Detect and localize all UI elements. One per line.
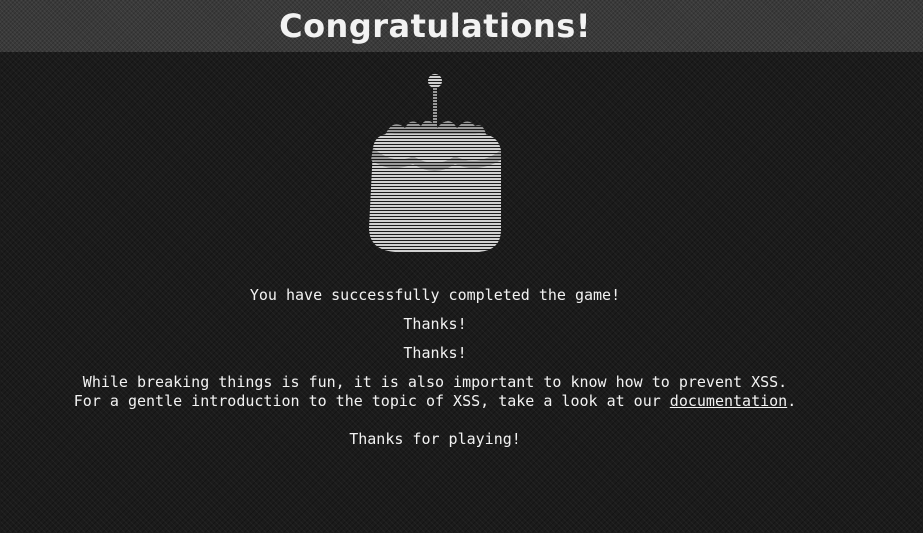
thanks-message-2: Thanks!: [403, 344, 467, 362]
documentation-message: For a gentle introduction to the topic o…: [0, 392, 870, 411]
documentation-suffix: .: [787, 392, 797, 410]
documentation-link[interactable]: documentation: [670, 392, 787, 410]
prevent-xss-message: While breaking things is fun, it is also…: [82, 373, 788, 391]
documentation-prefix: For a gentle introduction to the topic o…: [73, 392, 670, 410]
completed-message: You have successfully completed the game…: [249, 286, 621, 304]
thanks-for-playing-message: Thanks for playing!: [349, 430, 521, 448]
thanks-message-1: Thanks!: [403, 315, 467, 333]
page-title: Congratulations!: [279, 7, 591, 45]
cake-icon: [369, 74, 501, 252]
header-bar: Congratulations!: [0, 0, 923, 52]
